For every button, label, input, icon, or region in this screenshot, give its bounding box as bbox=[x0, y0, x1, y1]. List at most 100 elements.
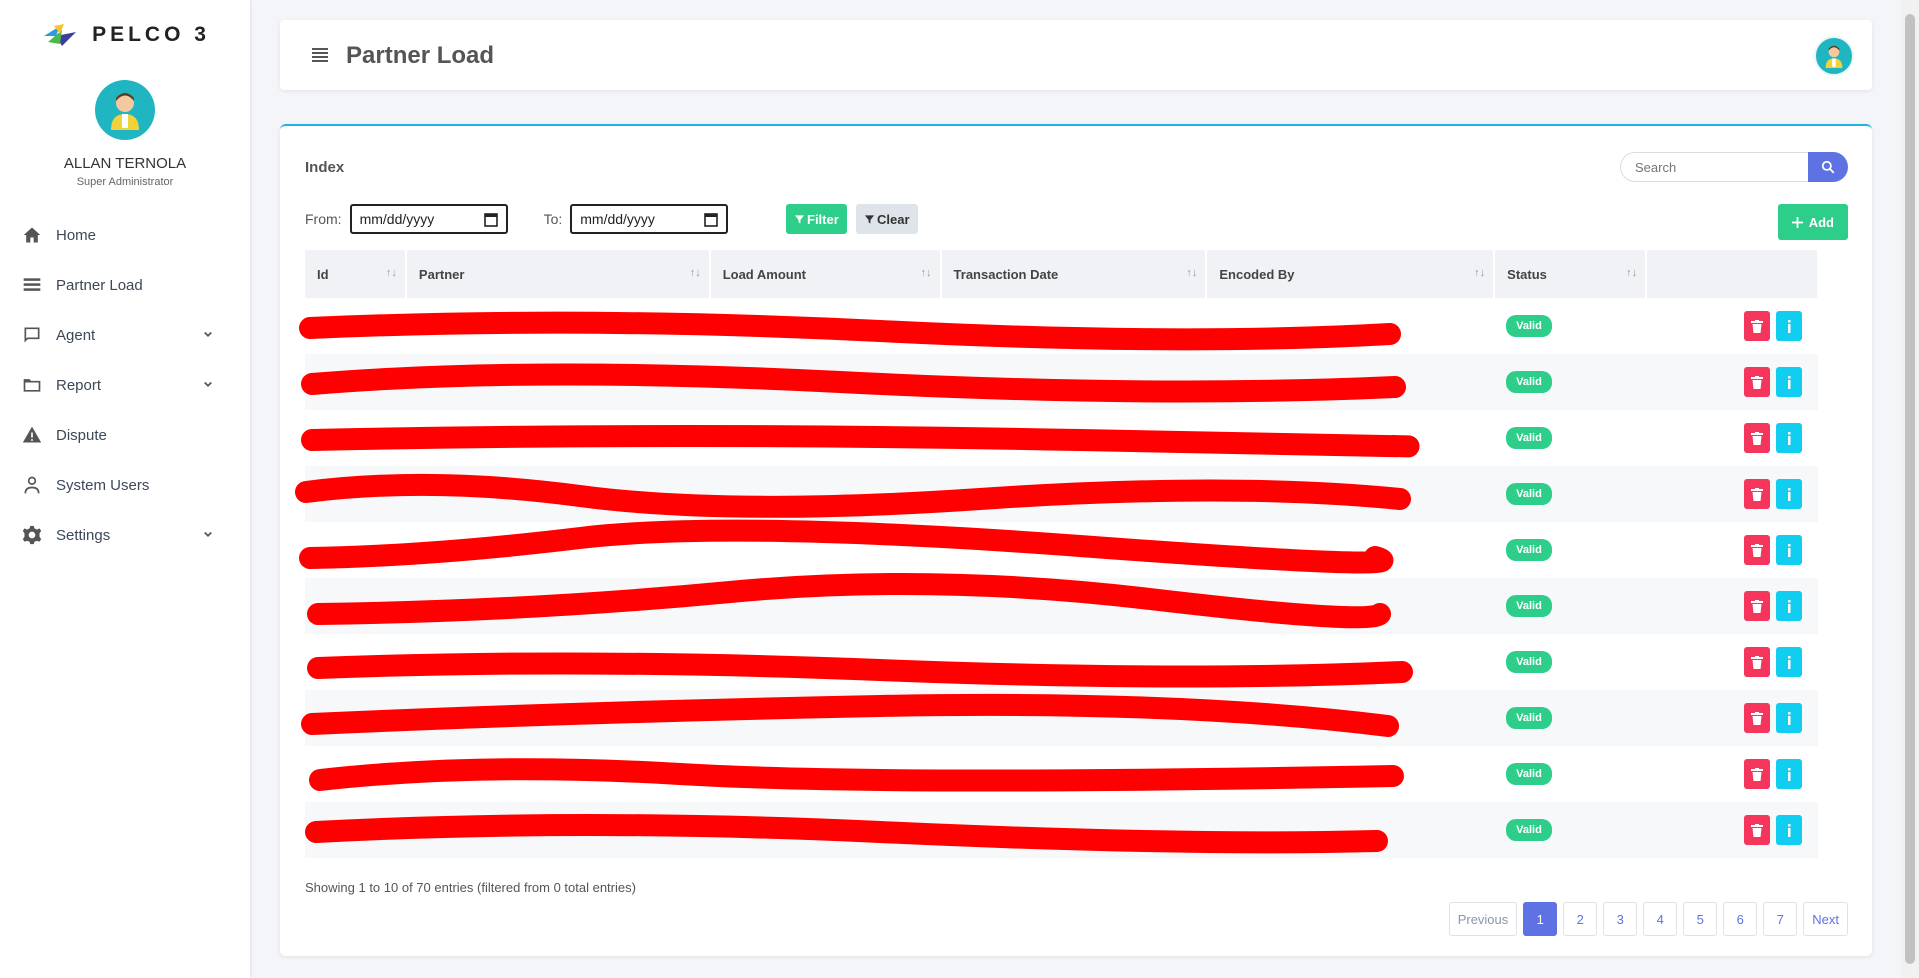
status-badge: Valid bbox=[1506, 483, 1552, 505]
calendar-icon[interactable] bbox=[483, 212, 498, 227]
delete-button[interactable] bbox=[1744, 591, 1770, 621]
sort-icon: ↑↓ bbox=[1474, 267, 1486, 279]
column-header-actions bbox=[1646, 250, 1819, 298]
add-button[interactable]: Add bbox=[1777, 204, 1848, 240]
user-menu-avatar[interactable] bbox=[1814, 36, 1854, 76]
filter-button-label: Filter bbox=[807, 211, 839, 227]
sidebar-item-label: Partner Load bbox=[56, 276, 143, 294]
clear-button-label: Clear bbox=[877, 211, 910, 227]
info-button[interactable] bbox=[1776, 647, 1802, 677]
filter-icon bbox=[794, 214, 805, 224]
trash-icon bbox=[1751, 488, 1763, 501]
info-button[interactable] bbox=[1776, 815, 1802, 845]
search-button[interactable] bbox=[1808, 152, 1848, 182]
page-button[interactable]: 5 bbox=[1683, 902, 1718, 936]
column-header-encoded-by[interactable]: Encoded By ↑↓ bbox=[1206, 250, 1496, 298]
info-icon bbox=[1788, 656, 1791, 669]
sidebar-item-agent[interactable]: Agent bbox=[0, 310, 250, 360]
from-date-input[interactable]: mm/dd/yyyy bbox=[349, 204, 508, 234]
info-button[interactable] bbox=[1776, 591, 1802, 621]
info-icon bbox=[1788, 320, 1791, 333]
delete-button[interactable] bbox=[1744, 479, 1770, 509]
delete-button[interactable] bbox=[1744, 367, 1770, 397]
sidebar-item-label: Report bbox=[56, 376, 102, 394]
filter-icon bbox=[864, 214, 875, 224]
sidebar-item-label: Dispute bbox=[56, 426, 107, 444]
next-page-button[interactable]: Next bbox=[1803, 902, 1848, 936]
column-header-transaction-date[interactable]: Transaction Date ↑↓ bbox=[940, 250, 1208, 298]
page-button[interactable]: 2 bbox=[1563, 902, 1598, 936]
calendar-icon[interactable] bbox=[704, 212, 719, 227]
page-scrollbar[interactable] bbox=[1901, 0, 1919, 978]
status-badge: Valid bbox=[1506, 819, 1552, 841]
sidebar-item-label: Home bbox=[56, 226, 97, 244]
sidebar-item-settings[interactable]: Settings bbox=[0, 510, 250, 560]
sidebar-item-partner-load[interactable]: Partner Load bbox=[0, 260, 250, 310]
info-icon bbox=[1788, 488, 1791, 501]
info-icon bbox=[1788, 432, 1791, 445]
status-badge: Valid bbox=[1506, 427, 1552, 449]
column-header-id[interactable]: Id ↑↓ bbox=[305, 250, 407, 298]
info-button[interactable] bbox=[1776, 535, 1802, 565]
delete-button[interactable] bbox=[1744, 815, 1770, 845]
page-button[interactable]: 7 bbox=[1763, 902, 1798, 936]
sort-icon: ↑↓ bbox=[1186, 267, 1198, 279]
trash-icon bbox=[1751, 824, 1763, 837]
info-button[interactable] bbox=[1776, 759, 1802, 789]
previous-page-button[interactable]: Previous bbox=[1448, 902, 1518, 936]
page-button[interactable]: 6 bbox=[1723, 902, 1758, 936]
column-header-partner[interactable]: Partner ↑↓ bbox=[405, 250, 711, 298]
column-header-load-amount[interactable]: Load Amount ↑↓ bbox=[709, 250, 942, 298]
page-button[interactable]: 1 bbox=[1523, 902, 1558, 936]
info-icon bbox=[1788, 600, 1791, 613]
column-header-status[interactable]: Status ↑↓ bbox=[1494, 250, 1648, 298]
table-row: Valid bbox=[305, 578, 1818, 634]
status-badge: Valid bbox=[1506, 315, 1552, 337]
page-title: Partner Load bbox=[346, 42, 495, 69]
page-button[interactable]: 3 bbox=[1603, 902, 1638, 936]
delete-button[interactable] bbox=[1744, 703, 1770, 733]
add-button-label: Add bbox=[1808, 214, 1834, 230]
to-date-input[interactable]: mm/dd/yyyy bbox=[570, 204, 729, 234]
sidebar-item-home[interactable]: Home bbox=[0, 210, 250, 260]
trash-icon bbox=[1751, 712, 1763, 725]
status-badge: Valid bbox=[1506, 539, 1552, 561]
sidebar: PELCO 3 ALLAN TERNOLA Super Administrato… bbox=[0, 0, 250, 978]
avatar[interactable] bbox=[95, 80, 155, 140]
table-info: Showing 1 to 10 of 70 entries (filtered … bbox=[305, 880, 636, 895]
gear-icon bbox=[22, 525, 42, 545]
table-row: Valid bbox=[305, 466, 1818, 522]
info-button[interactable] bbox=[1776, 311, 1802, 341]
brand[interactable]: PELCO 3 bbox=[0, 0, 250, 70]
main-content: Partner Load Index From: mm/dd/yyyy To: bbox=[250, 0, 1900, 978]
delete-button[interactable] bbox=[1744, 759, 1770, 789]
from-label: From: bbox=[305, 211, 342, 227]
list-icon bbox=[23, 278, 41, 291]
table-row: Valid bbox=[305, 802, 1818, 858]
info-button[interactable] bbox=[1776, 367, 1802, 397]
delete-button[interactable] bbox=[1744, 311, 1770, 341]
trash-icon bbox=[1751, 600, 1763, 613]
search-box bbox=[1620, 152, 1848, 182]
page-button[interactable]: 4 bbox=[1643, 902, 1678, 936]
sidebar-item-report[interactable]: Report bbox=[0, 360, 250, 410]
trash-icon bbox=[1751, 376, 1763, 389]
user-role: Super Administrator bbox=[76, 176, 174, 188]
info-button[interactable] bbox=[1776, 479, 1802, 509]
table-row: Valid bbox=[305, 634, 1818, 690]
delete-button[interactable] bbox=[1744, 535, 1770, 565]
sidebar-item-system-users[interactable]: System Users bbox=[0, 460, 250, 510]
scrollbar-thumb[interactable] bbox=[1905, 14, 1915, 964]
chat-icon bbox=[24, 327, 40, 343]
status-badge: Valid bbox=[1506, 651, 1552, 673]
info-button[interactable] bbox=[1776, 423, 1802, 453]
filter-button[interactable]: Filter bbox=[786, 204, 847, 234]
clear-button[interactable]: Clear bbox=[856, 204, 918, 234]
info-button[interactable] bbox=[1776, 703, 1802, 733]
delete-button[interactable] bbox=[1744, 647, 1770, 677]
search-input[interactable] bbox=[1620, 152, 1808, 182]
date-filter-row: From: mm/dd/yyyy To: mm/dd/yyyy bbox=[305, 204, 729, 234]
hamburger-menu-icon[interactable] bbox=[312, 48, 328, 62]
delete-button[interactable] bbox=[1744, 423, 1770, 453]
sidebar-item-dispute[interactable]: Dispute bbox=[0, 410, 250, 460]
